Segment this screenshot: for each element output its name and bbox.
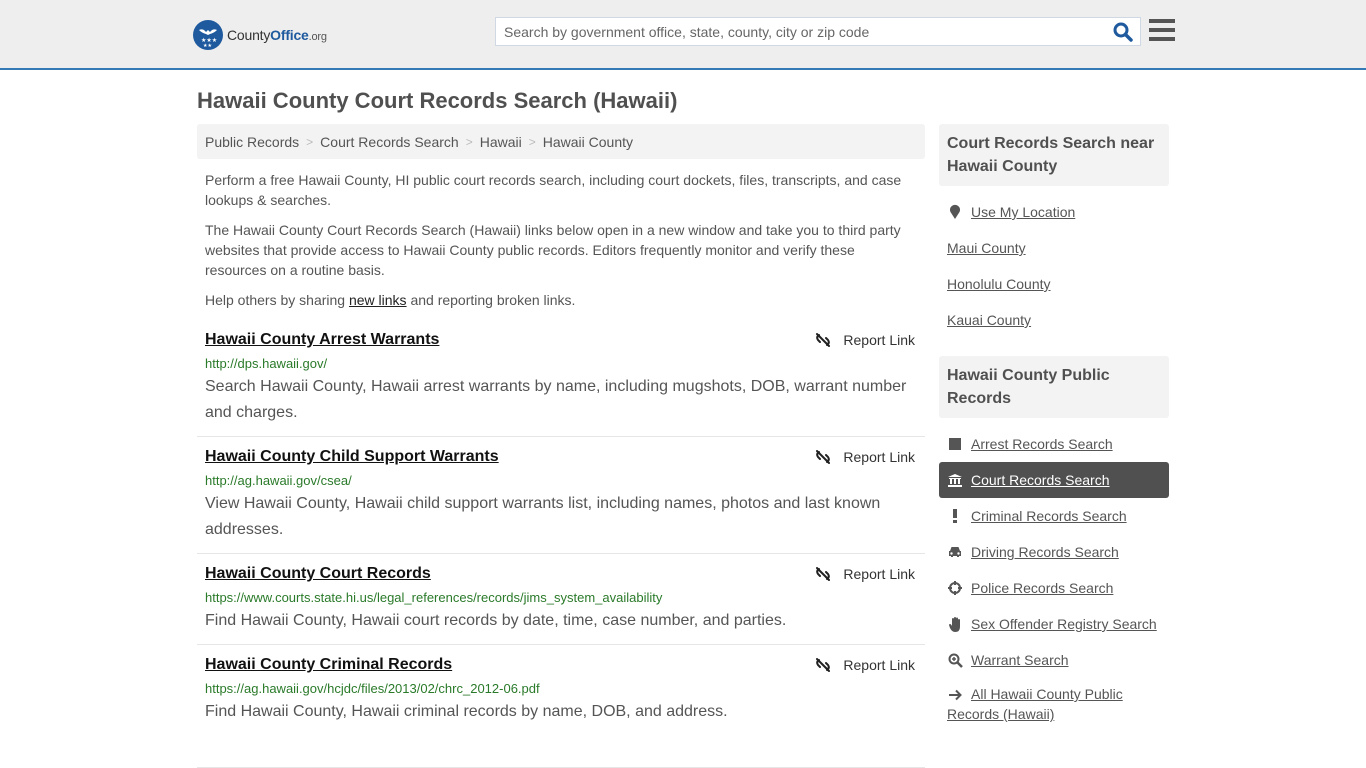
use-my-location-item: Use My Location — [939, 194, 1169, 230]
public-records-heading: Hawaii County Public Records — [939, 356, 1169, 418]
breadcrumb-hawaii[interactable]: Hawaii — [480, 134, 522, 150]
result-item: Hawaii County Criminal Records Report Li… — [197, 645, 925, 768]
broken-link-icon — [816, 567, 831, 581]
nearby-county-link[interactable]: Kauai County — [947, 312, 1031, 328]
courthouse-icon — [947, 472, 963, 488]
eagle-logo-icon: ★★★ ★★ — [193, 20, 223, 50]
result-title-link[interactable]: Hawaii County Criminal Records — [205, 655, 452, 675]
arrow-right-icon — [947, 687, 963, 703]
sidebar-item-sex-offender: Sex Offender Registry Search — [939, 606, 1169, 642]
sidebar-link[interactable]: Sex Offender Registry Search — [971, 616, 1157, 632]
nearby-county-link[interactable]: Honolulu County — [947, 276, 1051, 292]
use-my-location-link[interactable]: Use My Location — [971, 204, 1075, 220]
sidebar-item-police-records: Police Records Search — [939, 570, 1169, 606]
breadcrumb-separator: > — [528, 134, 536, 149]
result-item: Hawaii County Court Records Report Link … — [197, 554, 925, 645]
result-url: https://ag.hawaii.gov/hcjdc/files/2013/0… — [205, 681, 540, 696]
hamburger-menu-button[interactable] — [1149, 19, 1175, 43]
result-title-link[interactable]: Hawaii County Arrest Warrants — [205, 330, 439, 350]
breadcrumb-hawaii-county: Hawaii County — [542, 133, 633, 150]
nearby-county-item: Kauai County — [939, 302, 1169, 338]
nearby-heading: Court Records Search near Hawaii County — [939, 124, 1169, 186]
result-description: Find Hawaii County, Hawaii court records… — [205, 612, 787, 629]
result-url: http://ag.hawaii.gov/csea/ — [205, 473, 352, 488]
menu-bar-icon — [1149, 28, 1175, 32]
result-url: http://dps.hawaii.gov/ — [205, 356, 328, 371]
search-input[interactable] — [496, 18, 1106, 45]
report-link-button[interactable]: Report Link — [815, 566, 915, 582]
svg-text:★★: ★★ — [203, 43, 212, 49]
result-item: Hawaii County Child Support Warrants Rep… — [197, 437, 925, 554]
broken-link-icon — [816, 658, 831, 672]
result-description: View Hawaii County, Hawaii child support… — [205, 495, 881, 538]
map-marker-icon — [947, 204, 963, 220]
nearby-sidebar: Court Records Search near Hawaii County … — [939, 124, 1169, 338]
sidebar-link[interactable]: Arrest Records Search — [971, 436, 1113, 452]
nearby-county-item: Honolulu County — [939, 266, 1169, 302]
report-link-button[interactable]: Report Link — [815, 449, 915, 465]
sidebar-link[interactable]: All Hawaii County Public Records (Hawaii… — [947, 686, 1123, 722]
results-list: Hawaii County Arrest Warrants Report Lin… — [197, 320, 925, 768]
menu-bar-icon — [1149, 37, 1175, 41]
intro-text: Perform a free Hawaii County, HI public … — [205, 170, 920, 320]
sidebar-item-all-public-records: All Hawaii County Public Records (Hawaii… — [939, 678, 1169, 724]
sidebar-link[interactable]: Criminal Records Search — [971, 508, 1127, 524]
sidebar-link[interactable]: Court Records Search — [971, 472, 1110, 488]
result-description: Find Hawaii County, Hawaii criminal reco… — [205, 703, 728, 720]
public-records-sidebar: Hawaii County Public Records Arrest Reco… — [939, 356, 1169, 724]
sidebar-item-arrest-records: Arrest Records Search — [939, 426, 1169, 462]
sidebar-item-warrant-search: Warrant Search — [939, 642, 1169, 678]
sidebar-link[interactable]: Driving Records Search — [971, 544, 1119, 560]
new-links-link[interactable]: new links — [349, 292, 407, 308]
result-title-link[interactable]: Hawaii County Court Records — [205, 564, 431, 584]
breadcrumb-court-records-search[interactable]: Court Records Search — [320, 134, 459, 150]
sidebar-item-court-records: Court Records Search — [939, 462, 1169, 498]
intro-paragraph-3: Help others by sharing new links and rep… — [205, 292, 576, 308]
exclamation-icon — [947, 508, 963, 524]
search-button[interactable] — [1112, 21, 1134, 43]
breadcrumb: Public Records > Court Records Search > … — [197, 124, 925, 159]
breadcrumb-public-records[interactable]: Public Records — [205, 134, 299, 150]
nearby-county-item: Maui County — [939, 230, 1169, 266]
menu-bar-icon — [1149, 19, 1175, 23]
broken-link-icon — [816, 333, 831, 347]
nearby-county-link[interactable]: Maui County — [947, 240, 1026, 256]
intro-paragraph-1: Perform a free Hawaii County, HI public … — [205, 172, 902, 208]
search-icon — [1113, 22, 1133, 42]
site-logo[interactable]: ★★★ ★★ CountyOffice.org — [193, 20, 327, 50]
hand-icon — [947, 616, 963, 632]
site-header: ★★★ ★★ CountyOffice.org — [0, 0, 1366, 70]
report-link-button[interactable]: Report Link — [815, 332, 915, 348]
car-icon — [947, 544, 963, 560]
report-link-button[interactable]: Report Link — [815, 657, 915, 673]
page-title: Hawaii County Court Records Search (Hawa… — [197, 88, 678, 113]
search-box — [495, 17, 1141, 46]
sidebar-item-driving-records: Driving Records Search — [939, 534, 1169, 570]
result-item: Hawaii County Arrest Warrants Report Lin… — [197, 320, 925, 437]
square-icon — [947, 436, 963, 452]
result-title-link[interactable]: Hawaii County Child Support Warrants — [205, 447, 499, 467]
result-description: Search Hawaii County, Hawaii arrest warr… — [205, 378, 907, 421]
breadcrumb-separator: > — [306, 134, 314, 149]
logo-text: CountyOffice.org — [227, 27, 327, 43]
crosshairs-icon — [947, 580, 963, 596]
sidebar-item-criminal-records: Criminal Records Search — [939, 498, 1169, 534]
sidebar-link[interactable]: Police Records Search — [971, 580, 1113, 596]
broken-link-icon — [816, 450, 831, 464]
result-url: https://www.courts.state.hi.us/legal_ref… — [205, 590, 663, 605]
sidebar-link[interactable]: Warrant Search — [971, 652, 1069, 668]
intro-paragraph-2: The Hawaii County Court Records Search (… — [205, 222, 901, 278]
breadcrumb-separator: > — [465, 134, 473, 149]
zoom-in-icon — [947, 652, 963, 668]
